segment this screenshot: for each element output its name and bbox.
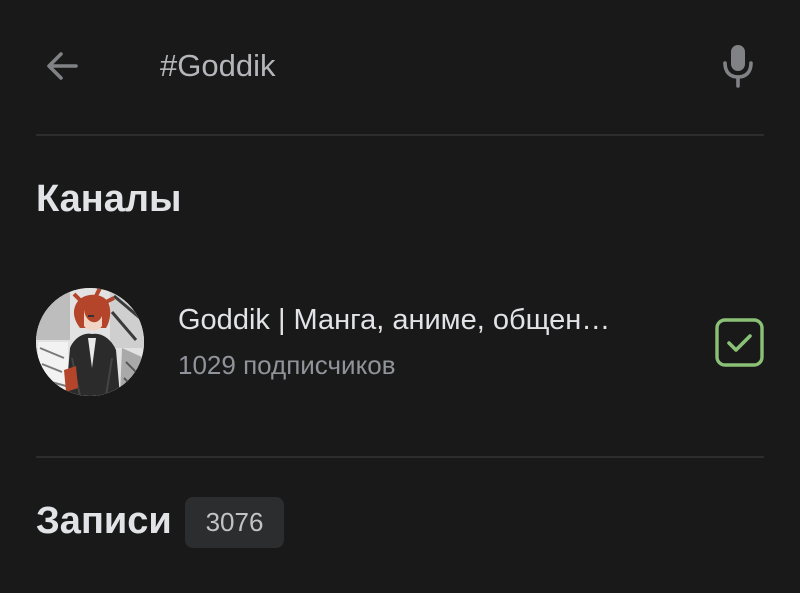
search-input[interactable] [160, 44, 680, 88]
posts-count-badge: 3076 [185, 497, 284, 548]
back-button[interactable] [38, 42, 86, 90]
divider [36, 456, 764, 458]
posts-section-title: Записи [36, 500, 172, 542]
channels-section-title: Каналы [36, 178, 182, 220]
subscribed-toggle[interactable] [715, 318, 764, 367]
channel-subscriber-count: 1029 подписчиков [178, 350, 396, 380]
microphone-icon [723, 45, 753, 88]
checkbox-checked-icon [715, 318, 764, 367]
search-header [0, 0, 800, 135]
divider [36, 134, 764, 136]
channel-name: Goddik | Манга, аниме, общен… [178, 304, 611, 336]
channel-list-item[interactable]: Goddik | Манга, аниме, общен… 1029 подпи… [0, 280, 800, 406]
voice-search-button[interactable] [712, 38, 764, 94]
arrow-left-icon [47, 52, 78, 80]
channel-avatar [36, 288, 144, 396]
